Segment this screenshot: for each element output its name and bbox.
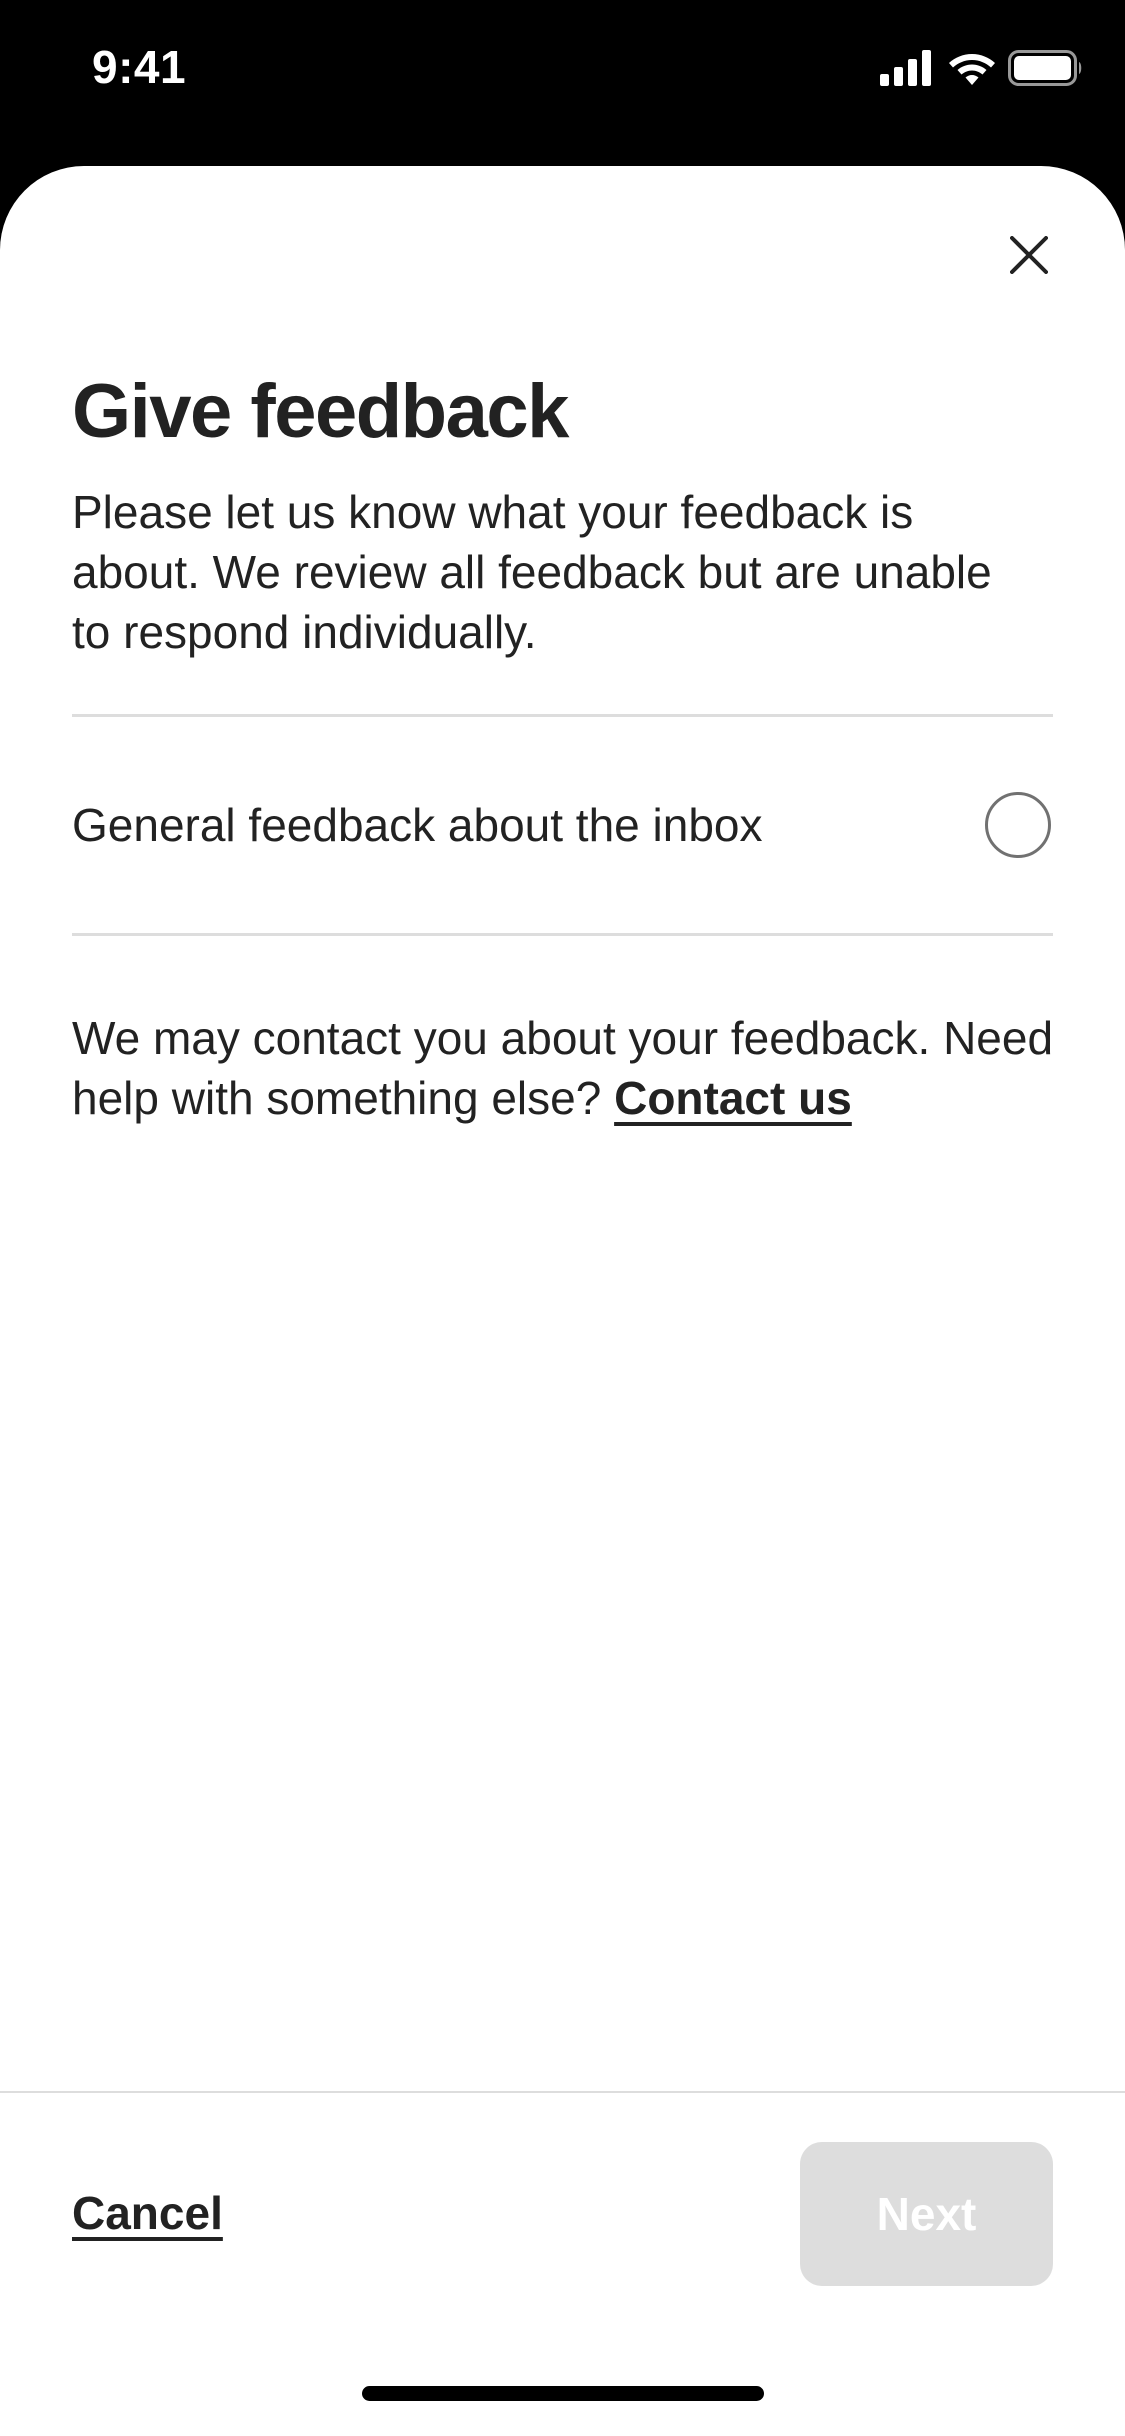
contact-text: We may contact you about your feedback. …	[72, 1008, 1072, 1128]
contact-message: We may contact you about your feedback. …	[72, 1012, 1054, 1124]
footer-divider	[0, 2091, 1125, 2093]
wifi-icon	[949, 54, 995, 85]
feedback-option-general-inbox[interactable]: General feedback about the inbox	[72, 717, 1053, 933]
radio-button[interactable]	[985, 792, 1051, 858]
feedback-sheet: Give feedback Please let us know what yo…	[0, 166, 1125, 2436]
divider	[72, 933, 1053, 936]
home-indicator	[362, 2386, 764, 2401]
close-button[interactable]	[998, 224, 1060, 286]
close-icon	[1010, 236, 1048, 274]
contact-us-link[interactable]: Contact us	[614, 1072, 852, 1124]
page-description: Please let us know what your feedback is…	[72, 486, 992, 658]
option-label: General feedback about the inbox	[72, 799, 763, 851]
page-title: Give feedback	[72, 369, 569, 454]
battery-icon	[1008, 50, 1082, 86]
next-button[interactable]: Next	[800, 2142, 1053, 2286]
status-time: 9:41	[92, 41, 187, 93]
cancel-link[interactable]: Cancel	[72, 2186, 223, 2240]
signal-icon	[880, 50, 931, 86]
status-bar: 9:41	[0, 0, 1125, 140]
